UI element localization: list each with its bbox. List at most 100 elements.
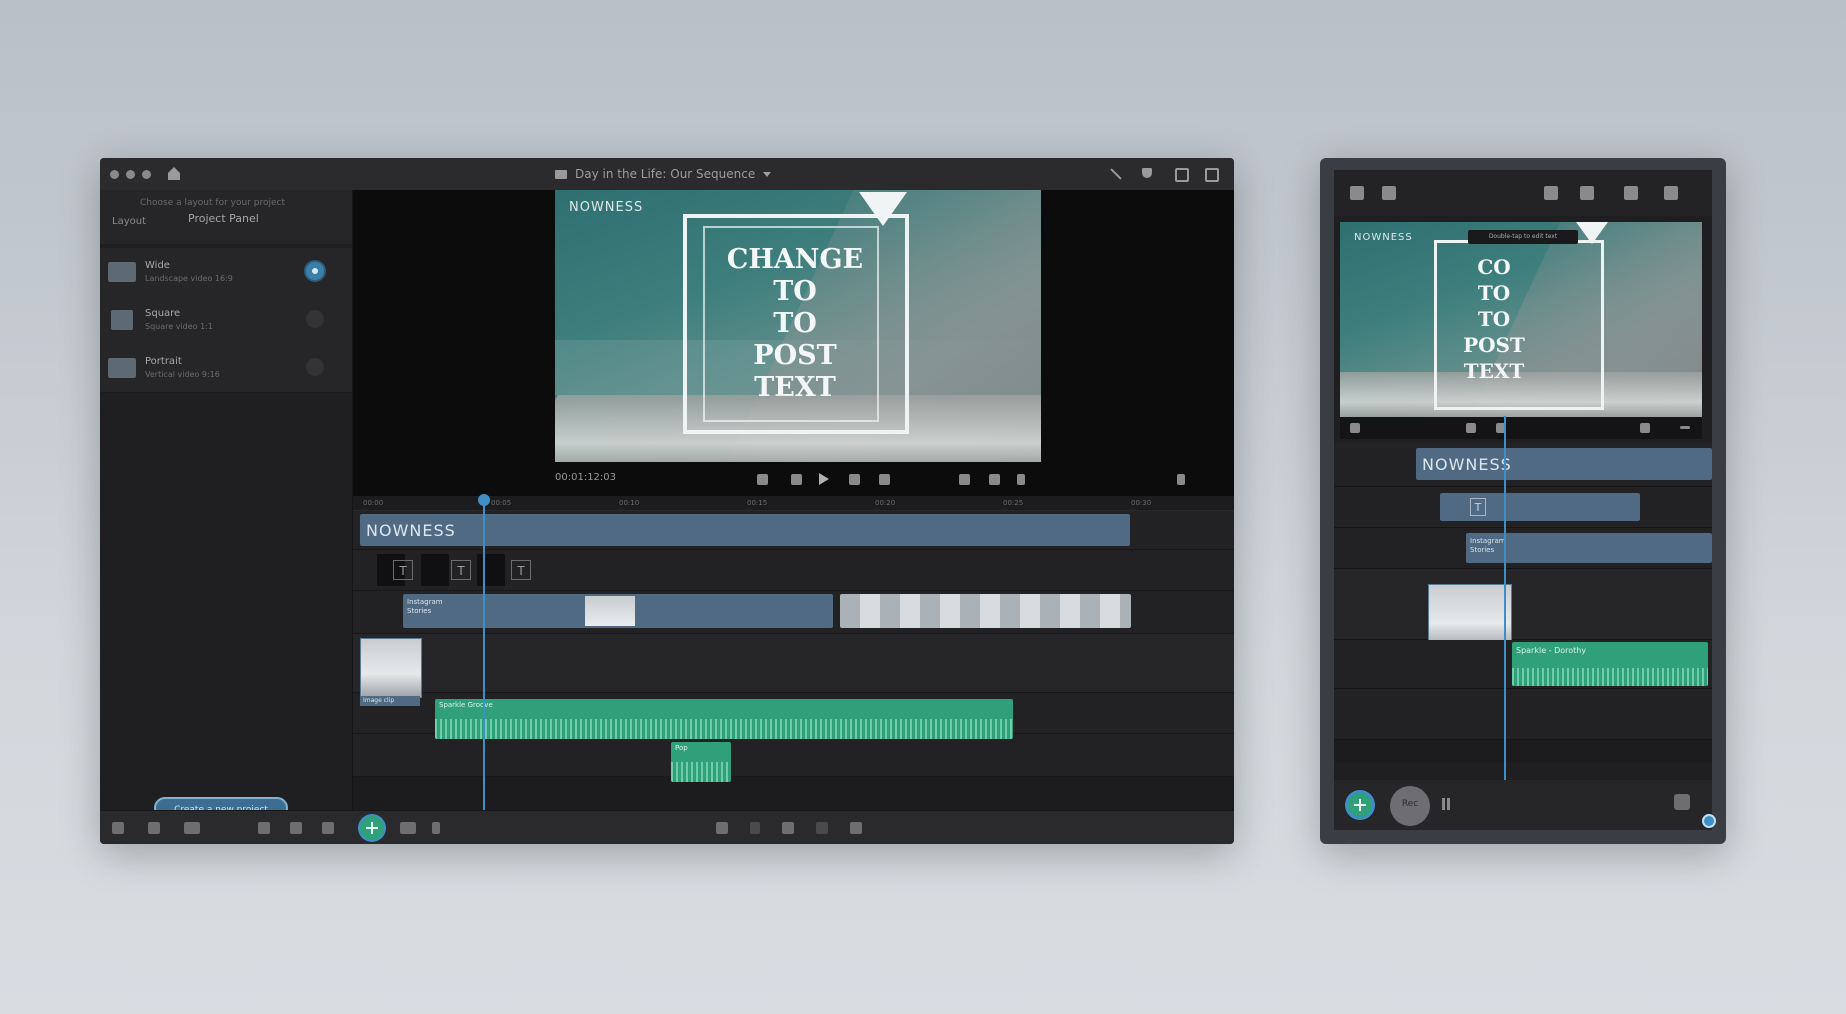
step-back-icon[interactable] xyxy=(791,474,802,485)
overlay-title-text[interactable]: CO TO TO POST TEXT xyxy=(1444,254,1544,384)
layout-option-name: Portrait xyxy=(145,356,182,367)
tab-project-panel[interactable]: Project Panel xyxy=(188,212,259,225)
audio-clip[interactable]: Sparkle Groove xyxy=(435,699,1013,739)
magic-wand-icon[interactable] xyxy=(1107,167,1122,181)
expand-icon[interactable] xyxy=(1177,474,1185,485)
skip-back-icon[interactable] xyxy=(757,474,768,485)
layout-option-wide[interactable]: Wide Landscape video 16:9 xyxy=(100,248,352,297)
title-track: NOWNESS xyxy=(1334,442,1712,487)
media-icon[interactable] xyxy=(1382,186,1396,200)
playhead-handle[interactable] xyxy=(478,494,490,506)
play-icon[interactable] xyxy=(819,473,829,485)
skip-forward-icon[interactable] xyxy=(879,474,890,485)
pause-icon[interactable] xyxy=(1442,798,1450,810)
loop-icon[interactable] xyxy=(959,474,970,485)
text-gap xyxy=(421,554,449,586)
split-icon[interactable] xyxy=(716,822,728,834)
text-clip[interactable]: T xyxy=(451,560,471,580)
folder-icon xyxy=(555,169,567,179)
title-clip-label: NOWNESS xyxy=(1422,455,1512,474)
volume-icon[interactable] xyxy=(989,474,1000,485)
export-icon[interactable] xyxy=(1175,168,1189,182)
export-icon[interactable] xyxy=(1624,186,1638,200)
home-icon[interactable] xyxy=(1350,186,1364,200)
close-window-button[interactable] xyxy=(110,170,119,179)
magic-wand-icon[interactable] xyxy=(1544,186,1558,200)
tab-layout[interactable]: Layout xyxy=(112,216,146,227)
share-icon[interactable] xyxy=(1580,186,1594,200)
info-icon[interactable] xyxy=(322,822,334,834)
duplicate-icon[interactable] xyxy=(816,822,828,834)
step-forward-icon[interactable] xyxy=(849,474,860,485)
video-brand-text: NOWNESS xyxy=(569,200,644,215)
radio-selected[interactable] xyxy=(306,262,324,280)
layout-option-name: Wide xyxy=(145,260,170,271)
media-icon[interactable] xyxy=(184,822,200,834)
layout-option-square[interactable]: Square Square video 1:1 xyxy=(100,296,352,345)
crop-icon[interactable] xyxy=(782,822,794,834)
media-icon[interactable] xyxy=(1674,794,1690,810)
add-media-button[interactable] xyxy=(1348,793,1372,817)
text-clip[interactable]: T xyxy=(393,560,413,580)
video-track: Instagram Stories xyxy=(1334,528,1712,569)
bottom-toolbar xyxy=(100,810,1234,844)
step-back-icon[interactable] xyxy=(1466,423,1476,433)
ruler-tick: 00:30 xyxy=(1131,499,1152,507)
folder-icon[interactable] xyxy=(400,822,416,834)
volume-icon[interactable] xyxy=(1640,423,1650,433)
redo-icon[interactable] xyxy=(148,822,160,834)
tablet-device: NOWNESS CO TO TO POST TEXT Double-tap to… xyxy=(1320,158,1726,844)
more-icon[interactable] xyxy=(432,822,440,834)
fullscreen-icon[interactable] xyxy=(1205,168,1219,182)
fullscreen-icon[interactable] xyxy=(1664,186,1678,200)
video-brand-text: NOWNESS xyxy=(1354,232,1413,243)
overlay-title-text[interactable]: CHANGE TO TO POST TEXT xyxy=(715,244,875,404)
audio-clip[interactable]: Pop xyxy=(671,742,731,782)
video-preview[interactable]: NOWNESS CHANGE TO TO POST TEXT xyxy=(555,190,1041,462)
text-clip[interactable]: T xyxy=(1440,493,1640,521)
playback-controls: 00:01:12:03 xyxy=(353,462,1234,496)
image-clip[interactable] xyxy=(360,638,422,698)
layers-icon[interactable] xyxy=(290,822,302,834)
text-gap xyxy=(477,554,505,586)
radio-unselected[interactable] xyxy=(306,310,324,328)
title-clip[interactable]: NOWNESS xyxy=(1416,448,1712,480)
zoom-window-button[interactable] xyxy=(142,170,151,179)
tablet-video-preview[interactable]: NOWNESS CO TO TO POST TEXT Double-tap to… xyxy=(1340,222,1702,417)
tablet-timeline: NOWNESS T Instagram Stories Sparkle - Do… xyxy=(1334,442,1712,762)
video-clip-label: Instagram Stories xyxy=(407,598,443,615)
skip-back-icon[interactable] xyxy=(1350,423,1360,433)
layout-option-desc: Vertical video 9:16 xyxy=(145,370,220,379)
title-clip-label: NOWNESS xyxy=(366,521,456,540)
title-clip[interactable]: NOWNESS xyxy=(360,514,1130,546)
trim-icon[interactable] xyxy=(750,822,760,834)
more-icon[interactable] xyxy=(1680,426,1690,429)
playhead[interactable] xyxy=(483,496,485,810)
minimize-window-button[interactable] xyxy=(126,170,135,179)
undo-icon[interactable] xyxy=(112,822,124,834)
title-bar: Day in the Life: Our Sequence xyxy=(100,158,1234,190)
audio-waveform xyxy=(671,762,731,782)
add-media-button[interactable] xyxy=(360,816,384,840)
layout-option-portrait[interactable]: Portrait Vertical video 9:16 xyxy=(100,344,352,393)
audio-track-2 xyxy=(353,734,1234,777)
video-clip-filmstrip[interactable] xyxy=(840,594,1131,628)
video-clip[interactable]: Instagram Stories xyxy=(1466,533,1712,563)
timeline: 00:00 00:05 00:10 00:15 00:20 00:25 00:3… xyxy=(353,494,1234,810)
audio-clip[interactable]: Sparkle - Dorothy xyxy=(1512,642,1708,686)
more-icon[interactable] xyxy=(1017,474,1025,485)
home-icon[interactable] xyxy=(168,167,182,181)
playhead[interactable] xyxy=(1504,416,1506,780)
notification-dot xyxy=(1702,814,1716,828)
delete-icon[interactable] xyxy=(850,822,862,834)
settings-icon[interactable] xyxy=(258,822,270,834)
text-clip[interactable]: T xyxy=(511,560,531,580)
audio-clip-label: Sparkle - Dorothy xyxy=(1516,646,1587,655)
project-title-menu[interactable]: Day in the Life: Our Sequence xyxy=(555,166,772,182)
video-clip-thumbnail[interactable] xyxy=(585,596,635,626)
share-icon[interactable] xyxy=(1140,167,1154,181)
audio-clip-label: Pop xyxy=(675,744,688,752)
ruler-tick: 00:10 xyxy=(619,499,640,507)
radio-unselected[interactable] xyxy=(306,358,324,376)
record-button[interactable]: Rec xyxy=(1390,786,1430,826)
